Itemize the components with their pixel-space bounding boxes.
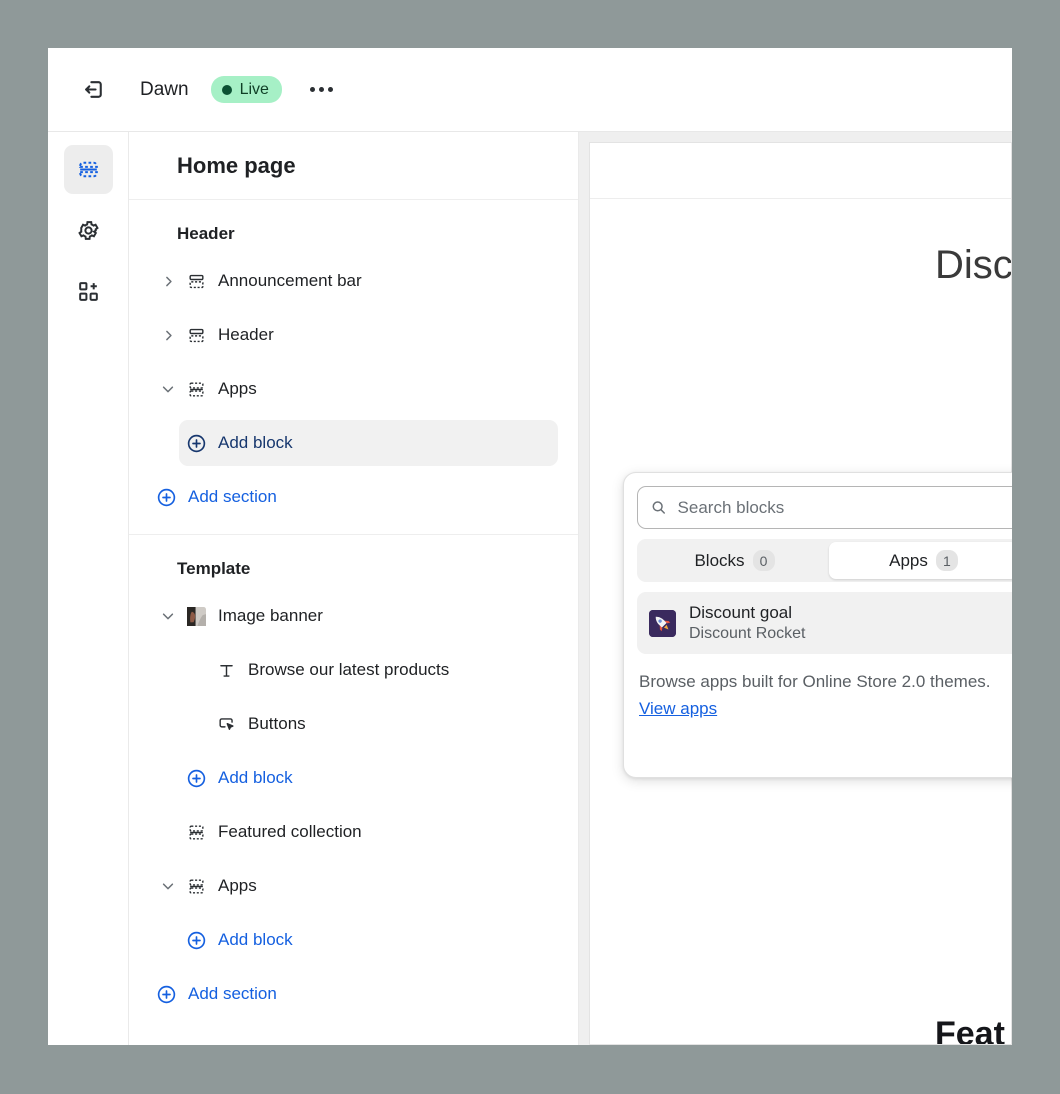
group-template: Template Image banner Browse our latest … [129,535,578,1025]
plus-circle-icon [183,433,209,454]
section-row-label: Image banner [218,606,323,625]
search-icon [652,501,665,514]
tab-apps-label: Apps [889,550,928,570]
chevron-down-icon[interactable] [157,609,179,623]
section-row-label: Announcement bar [218,271,362,290]
add-block-button-template-apps[interactable]: Add block [179,917,558,963]
status-badge: Live [210,76,282,103]
theme-name: Dawn [140,78,189,100]
plus-circle-icon [153,487,179,508]
status-badge-label: Live [239,80,269,98]
apps-grid-icon [78,282,98,301]
chevron-right-icon[interactable] [157,275,179,288]
tab-blocks-label: Blocks [694,550,745,570]
preview-featured-text: Feat [935,1015,1005,1045]
block-row-label: Browse our latest products [248,660,450,679]
sections-icon [78,161,98,178]
block-row-label: Buttons [248,714,306,733]
plus-circle-icon [153,984,179,1005]
theme-editor-window: Dawn Live Home page Header Announcement … [48,48,1012,1045]
section-dashed-both-icon [183,823,209,842]
chevron-right-icon[interactable] [157,329,179,342]
section-dashed-both-icon [183,877,209,896]
plus-circle-icon [183,768,209,789]
section-row-label: Apps [218,876,257,895]
section-row-label: Header [218,325,274,344]
tab-apps-count: 1 [935,550,958,571]
ellipsis-icon [310,87,316,92]
preview-hero-text: Disc [935,243,1012,287]
rocket-icon [649,609,676,637]
search-blocks-field[interactable] [637,486,1012,529]
rail-item-sections[interactable] [63,145,113,194]
section-dashed-both-icon [183,380,209,399]
group-header: Header Announcement bar Header Apps Add … [129,200,578,535]
search-input[interactable] [677,497,1008,518]
sidebar-header: Home page [129,132,578,200]
tab-blocks[interactable]: Blocks 0 [640,542,829,579]
button-cursor-icon [213,715,239,734]
tab-apps[interactable]: Apps 1 [829,542,1012,579]
section-dashed-bottom-icon [183,272,209,291]
section-row-announcement-bar[interactable]: Announcement bar [149,258,558,304]
app-item-texts: Discount goal Discount Rocket [689,603,806,643]
app-block-item-discount-goal[interactable]: Discount goal Discount Rocket [637,592,1012,654]
app-item-subtitle: Discount Rocket [689,625,806,642]
section-row-label: Apps [218,379,257,398]
section-row-header[interactable]: Header [149,312,558,358]
icon-rail [48,132,129,1045]
view-apps-link[interactable]: View apps [639,699,717,718]
preview-store-header [590,143,1011,199]
add-section-label: Add section [188,984,277,1003]
popover-footer: Browse apps built for Online Store 2.0 t… [637,668,1012,722]
top-bar: Dawn Live [48,48,1012,132]
sections-sidebar: Home page Header Announcement bar Header… [129,132,579,1045]
page-title: Home page [177,152,296,178]
section-row-featured-collection[interactable]: Featured collection [149,809,558,855]
rail-item-settings[interactable] [64,206,113,255]
status-dot-icon [221,84,232,95]
block-row-buttons[interactable]: Buttons [179,701,558,747]
more-options-button[interactable] [304,74,340,106]
add-block-button-image-banner[interactable]: Add block [179,755,558,801]
tab-blocks-count: 0 [752,550,775,571]
exit-editor-button[interactable] [74,70,114,110]
section-row-label: Featured collection [218,822,362,841]
gear-icon [77,221,99,240]
chevron-down-icon[interactable] [157,382,179,396]
add-block-label: Add block [218,930,293,949]
section-row-image-banner[interactable]: Image banner [149,593,558,639]
chevron-down-icon[interactable] [157,879,179,893]
add-section-label: Add section [188,487,277,506]
block-row-heading-text[interactable]: Browse our latest products [179,647,558,693]
add-block-button-header-apps[interactable]: Add block [179,420,558,466]
block-source-tabs: Blocks 0 Apps 1 [637,539,1012,582]
section-dashed-bottom-icon [183,326,209,345]
add-section-button-template[interactable]: Add section [149,971,558,1017]
add-block-label: Add block [218,433,293,452]
rail-item-apps[interactable] [64,267,113,316]
text-icon [213,661,239,680]
exit-icon [84,81,102,98]
image-thumbnail-icon [183,606,209,626]
add-block-label: Add block [218,768,293,787]
section-row-apps-template[interactable]: Apps [149,863,558,909]
section-row-apps-header[interactable]: Apps [149,366,558,412]
app-item-title: Discount goal [689,603,793,622]
group-label-header: Header [177,224,235,243]
popover-footer-text: Browse apps built for Online Store 2.0 t… [639,672,991,691]
group-label-template: Template [177,559,251,578]
add-section-button-header[interactable]: Add section [149,474,558,520]
plus-circle-icon [183,930,209,951]
add-block-popover: Blocks 0 Apps 1 [623,472,1012,778]
